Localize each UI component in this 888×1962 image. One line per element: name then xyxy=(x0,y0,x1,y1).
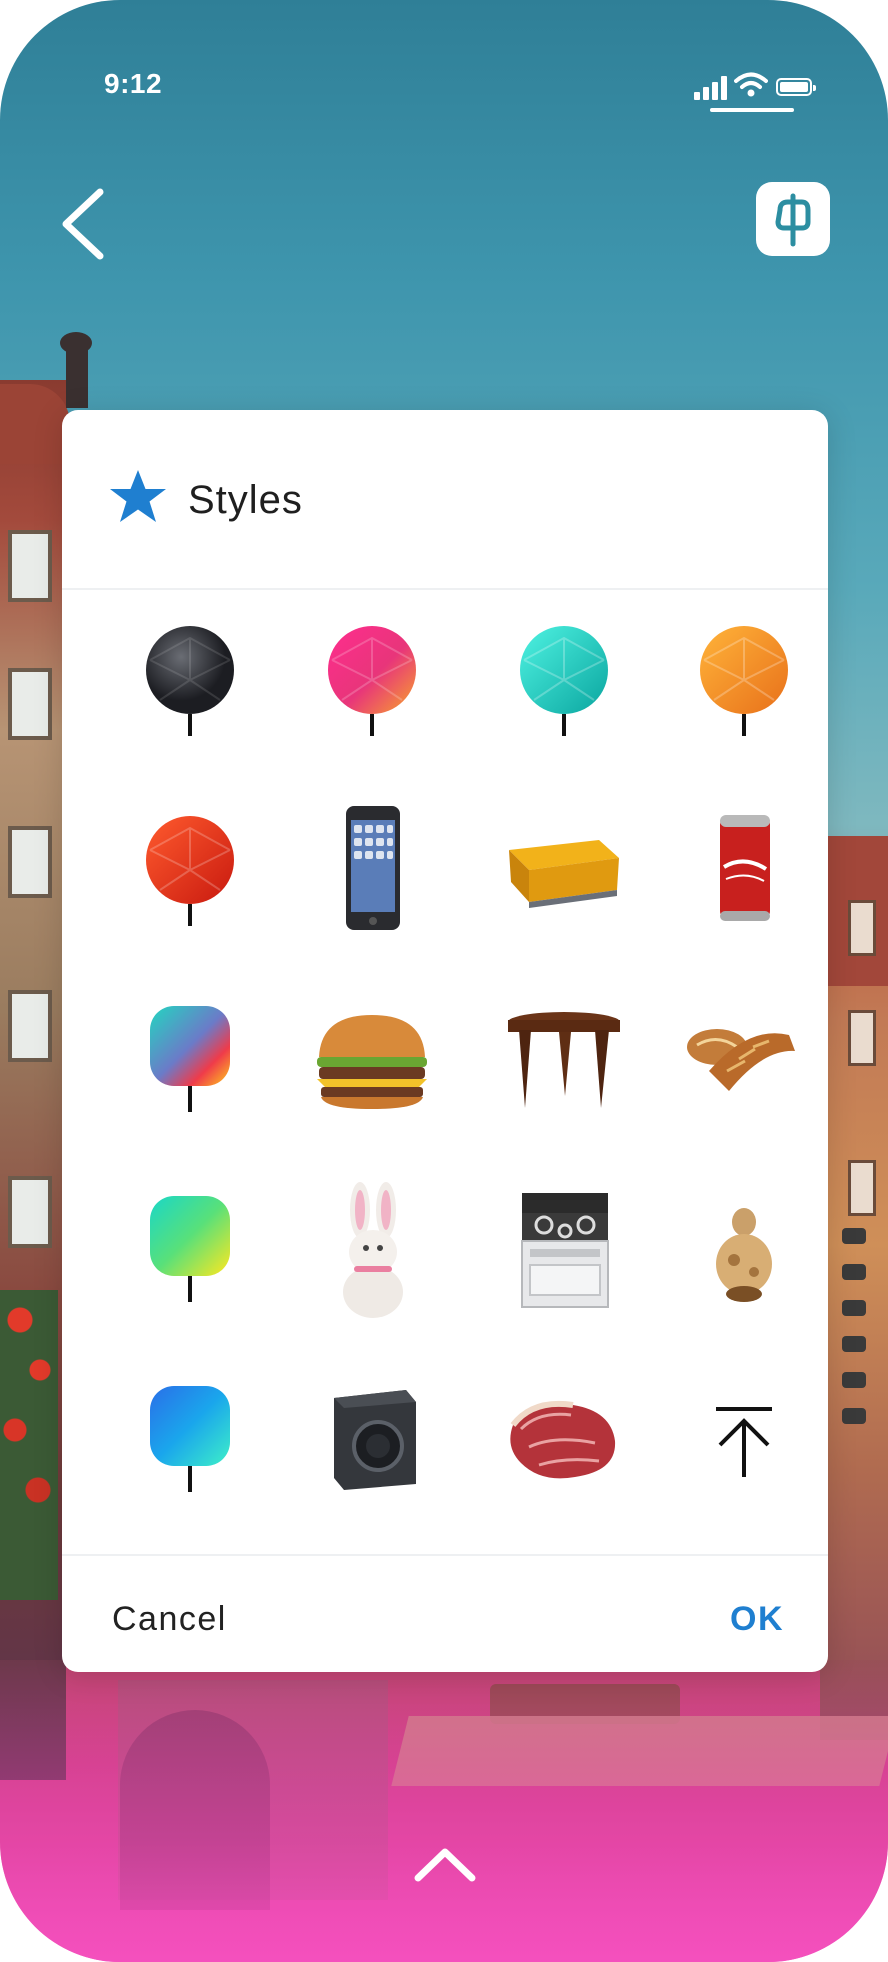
chevron-up-icon[interactable] xyxy=(410,1842,480,1886)
upload-arrow-icon xyxy=(716,1407,772,1477)
style-item-soda-can[interactable] xyxy=(654,780,834,960)
building-window xyxy=(8,1176,52,1248)
brand-logo-button[interactable] xyxy=(756,182,830,256)
styles-grid xyxy=(62,590,828,1555)
geo-pin-icon xyxy=(146,626,234,736)
balcony-rail xyxy=(842,1336,866,1352)
style-item-blue-gradient-pin[interactable] xyxy=(100,1350,280,1530)
street-gradient xyxy=(0,1660,888,1962)
style-item-burger[interactable] xyxy=(282,970,462,1150)
building-window xyxy=(848,1010,876,1066)
sofa-icon xyxy=(509,840,619,908)
gradient-pin-icon xyxy=(150,1006,230,1112)
style-item-red-geo-pin[interactable] xyxy=(100,780,280,960)
style-item-yellow-sofa[interactable] xyxy=(474,780,654,960)
building-window xyxy=(848,900,876,956)
star-icon xyxy=(110,470,166,522)
gradient-pin-icon xyxy=(150,1196,230,1302)
dialog-title: Styles xyxy=(188,478,303,522)
building-window xyxy=(8,530,52,602)
stool-icon xyxy=(508,1012,620,1108)
cancel-button[interactable]: Cancel xyxy=(112,1600,227,1639)
geo-pin-icon xyxy=(520,626,608,736)
flower-box xyxy=(0,1290,58,1600)
balcony-rail xyxy=(842,1264,866,1280)
building-spire-top xyxy=(60,332,92,354)
ok-button[interactable]: OK xyxy=(730,1600,784,1639)
style-item-smartphone[interactable] xyxy=(282,780,462,960)
geo-pin-icon xyxy=(328,626,416,736)
building-window xyxy=(8,990,52,1062)
pastry-icon xyxy=(687,1029,795,1091)
gradient-pin-icon xyxy=(150,1386,230,1492)
dialog-footer: Cancel OK xyxy=(62,1554,828,1674)
app-logo-icon xyxy=(775,193,811,247)
balcony-rail xyxy=(842,1408,866,1424)
building-window xyxy=(848,1160,876,1216)
balcony-rail xyxy=(842,1372,866,1388)
smartphone-icon xyxy=(346,806,400,930)
style-item-steak[interactable] xyxy=(474,1350,654,1530)
steak-icon xyxy=(510,1400,616,1479)
back-button[interactable] xyxy=(54,184,114,264)
style-item-stove[interactable] xyxy=(474,1160,654,1340)
style-item-orange-geo-pin[interactable] xyxy=(654,590,834,770)
soda-can-icon xyxy=(720,815,770,921)
geo-pin-icon xyxy=(700,626,788,736)
burger-icon xyxy=(317,1015,427,1109)
balcony-rail xyxy=(842,1300,866,1316)
style-item-wooden-stool[interactable] xyxy=(474,970,654,1150)
dialog-header: Styles xyxy=(62,410,828,590)
washing-machine-icon xyxy=(334,1390,416,1490)
style-item-magenta-geo-pin[interactable] xyxy=(282,590,462,770)
style-item-pastries[interactable] xyxy=(654,970,834,1150)
style-item-washing-machine[interactable] xyxy=(282,1350,462,1530)
style-item-teal-geo-pin[interactable] xyxy=(474,590,654,770)
balcony-rail xyxy=(842,1228,866,1244)
style-item-black-geo-pin[interactable] xyxy=(100,590,280,770)
battery-icon xyxy=(776,78,816,96)
phone-frame: 9:12 Styles Cancel OK xyxy=(0,0,888,1962)
geo-pin-icon xyxy=(146,816,234,926)
style-item-bunny[interactable] xyxy=(282,1160,462,1340)
building-left-gable xyxy=(0,384,70,464)
status-time: 9:12 xyxy=(104,68,163,99)
building-window xyxy=(8,668,52,740)
cellular-signal-icon xyxy=(694,74,730,100)
styles-dialog: Styles Cancel OK xyxy=(62,410,828,1672)
stove-icon xyxy=(521,1193,609,1308)
building-window xyxy=(8,826,52,898)
wifi-icon xyxy=(734,72,768,97)
status-indicator-line xyxy=(710,108,794,112)
figurine-icon xyxy=(716,1208,772,1302)
style-item-teal-yellow-gradient-pin[interactable] xyxy=(100,1160,280,1340)
style-item-upload-arrow[interactable] xyxy=(654,1350,834,1530)
style-item-teal-orange-gradient-pin[interactable] xyxy=(100,970,280,1150)
bunny-icon xyxy=(343,1182,403,1318)
style-item-figurine[interactable] xyxy=(654,1160,834,1340)
